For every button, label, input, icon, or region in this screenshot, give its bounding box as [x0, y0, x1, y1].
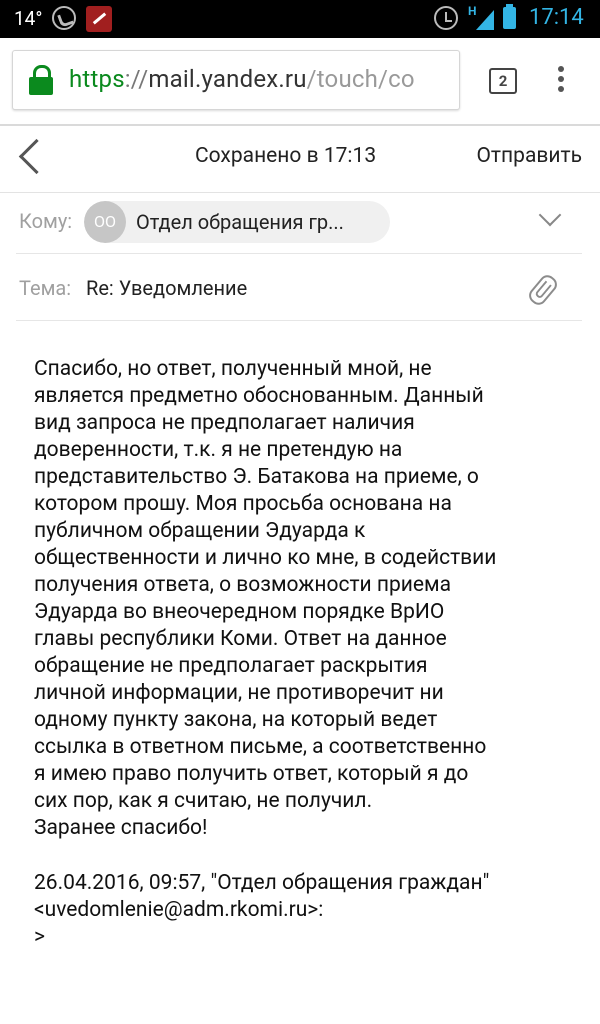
quote-marker: >	[34, 925, 45, 949]
quote-email: <uvedomlenie@adm.rkomi.ru>:	[34, 898, 324, 922]
phone-icon	[52, 6, 76, 30]
alarm-icon	[434, 6, 458, 30]
chevron-left-icon	[18, 138, 55, 175]
recipient-name: Отдел обращения гр...	[136, 210, 344, 234]
subject-field[interactable]: Тема: Re: Уведомление	[16, 254, 582, 321]
to-field[interactable]: Кому: ОО Отдел обращения гр...	[16, 193, 582, 254]
avatar: ОО	[84, 201, 126, 243]
app-notification-icon	[86, 6, 112, 32]
attachment-icon[interactable]	[525, 271, 561, 309]
quote-header: 26.04.2016, 09:57, "Отдел обращения граж…	[34, 871, 490, 895]
to-label: Кому:	[19, 209, 73, 233]
url-separator: ://	[124, 65, 149, 93]
tabs-button[interactable]: 2	[489, 68, 517, 94]
menu-icon[interactable]	[557, 66, 565, 96]
back-button[interactable]	[10, 138, 55, 178]
save-status: Сохранено в 17:13	[195, 144, 377, 168]
battery-icon	[503, 4, 516, 29]
chevron-down-icon[interactable]	[538, 203, 562, 227]
subject-input[interactable]: Re: Уведомление	[86, 276, 247, 300]
compose-toolbar: Сохранено в 17:13 Отправить	[0, 126, 600, 193]
address-bar[interactable]: https://mail.yandex.ru/touch/co	[12, 50, 460, 110]
quoted-message: 26.04.2016, 09:57, "Отдел обращения граж…	[34, 870, 574, 951]
url-text[interactable]: https://mail.yandex.ru/touch/co	[69, 65, 415, 93]
clock: 17:14	[529, 5, 584, 30]
send-button[interactable]: Отправить	[476, 144, 582, 168]
url-host: mail.yandex.ru	[148, 65, 307, 93]
url-scheme: https	[69, 65, 125, 93]
message-body[interactable]: Спасибо, но ответ, полученный мной, не я…	[34, 356, 574, 842]
browser-toolbar: https://mail.yandex.ru/touch/co 2	[0, 38, 600, 126]
lock-icon	[29, 65, 53, 95]
status-bar: 14° H 17:14	[0, 0, 600, 38]
signal-icon	[476, 10, 494, 30]
subject-label: Тема:	[19, 276, 72, 300]
recipient-chip[interactable]: ОО Отдел обращения гр...	[84, 201, 390, 243]
url-path: /touch/co	[306, 65, 415, 93]
temperature: 14°	[14, 7, 43, 30]
